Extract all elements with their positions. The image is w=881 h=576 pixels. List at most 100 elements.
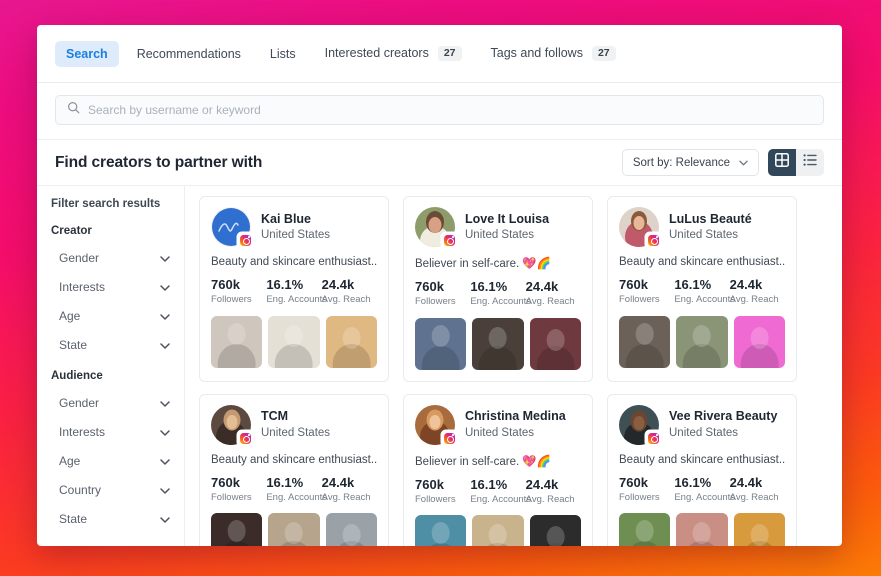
grid-view-button[interactable]: [768, 149, 796, 176]
stat-value: 16.1%: [674, 277, 712, 292]
filter-audience-age[interactable]: Age: [51, 446, 170, 475]
creator-card-header: TCM United States: [211, 404, 377, 446]
avatar-wrapper: [211, 404, 253, 446]
stat-value: 24.4k: [321, 474, 355, 490]
page-title: Find creators to partner with: [55, 153, 263, 171]
filter-creator-gender[interactable]: Gender: [51, 243, 170, 272]
filter-audience-country[interactable]: Country: [51, 475, 170, 504]
filter-audience-interests[interactable]: Interests: [51, 417, 170, 446]
post-thumbnail[interactable]: [211, 315, 263, 368]
chevron-down-icon: [160, 454, 170, 468]
creator-post-thumbnails: [619, 513, 785, 546]
post-thumbnail[interactable]: [325, 513, 377, 546]
post-thumbnail[interactable]: [268, 513, 320, 546]
creator-name: Kai Blue: [261, 211, 312, 226]
search-box[interactable]: [55, 95, 824, 125]
stat-value: 760k: [619, 474, 648, 490]
search-icon: [67, 101, 80, 119]
post-thumbnail[interactable]: [733, 513, 785, 546]
creator-name: Christina Medina: [465, 409, 566, 424]
list-view-icon: [803, 153, 817, 172]
post-thumbnail[interactable]: [268, 315, 320, 368]
tab-search[interactable]: Search: [55, 40, 119, 67]
instagram-icon: [238, 430, 253, 446]
instagram-icon: [442, 233, 457, 248]
filter-label: State: [59, 337, 88, 352]
stat-eng-accounts: 16.1% Eng. Accounts: [674, 474, 736, 505]
stat-label: Eng. Accounts: [674, 491, 736, 503]
tab-recommendations[interactable]: Recommendations: [126, 41, 252, 67]
post-thumbnail[interactable]: [415, 317, 467, 370]
stat-label: Eng. Accounts: [266, 491, 328, 503]
tab-label: Recommendations: [136, 46, 241, 61]
post-thumbnail[interactable]: [619, 513, 671, 546]
creator-country: United States: [669, 229, 739, 242]
filter-creator-age[interactable]: Age: [51, 301, 170, 330]
filter-audience-gender[interactable]: Gender: [51, 388, 170, 417]
stat-followers: 760k Followers: [211, 277, 266, 307]
creator-card[interactable]: Love It Louisa United States Believer in…: [403, 196, 593, 382]
stat-avg-reach: 24.4k Avg. Reach: [322, 475, 377, 505]
avatar-wrapper: [211, 207, 253, 248]
chevron-down-icon: [160, 280, 170, 294]
post-thumbnail[interactable]: [415, 515, 467, 546]
creator-identity: Vee Rivera Beauty United States: [669, 408, 777, 441]
chevron-down-icon: [739, 157, 748, 169]
creator-post-thumbnails: [211, 315, 377, 368]
tab-interested-creators[interactable]: Interested creators 27: [314, 40, 473, 68]
stat-followers: 760k Followers: [415, 477, 470, 507]
stat-value: 760k: [415, 279, 444, 294]
creator-stats: 760k Followers 16.1% Eng. Accounts 24.4k…: [619, 277, 785, 307]
creator-card[interactable]: Christina Medina United States Believer …: [403, 393, 593, 546]
stat-avg-reach: 24.4k Avg. Reach: [526, 279, 581, 309]
search-input[interactable]: [88, 103, 812, 117]
post-thumbnail[interactable]: [676, 315, 728, 368]
post-thumbnail[interactable]: [733, 315, 785, 368]
sort-dropdown[interactable]: Sort by: Relevance: [621, 149, 759, 176]
filter-creator-interests[interactable]: Interests: [51, 272, 170, 301]
results-header: Find creators to partner with Sort by: R…: [37, 140, 842, 186]
filter-audience-state[interactable]: State: [51, 504, 170, 533]
post-thumbnail[interactable]: [619, 315, 671, 368]
post-thumbnail[interactable]: [676, 513, 728, 546]
filter-label: Age: [59, 308, 81, 323]
stat-followers: 760k Followers: [211, 475, 266, 505]
stat-label: Eng. Accounts: [470, 493, 532, 505]
tab-lists[interactable]: Lists: [259, 41, 307, 67]
creator-post-thumbnails: [619, 315, 785, 368]
list-view-button[interactable]: [796, 149, 824, 176]
stat-label: Avg. Reach: [321, 491, 371, 503]
creator-stats: 760k Followers 16.1% Eng. Accounts 24.4k…: [415, 477, 581, 507]
creator-post-thumbnails: [211, 513, 377, 546]
post-thumbnail[interactable]: [325, 315, 377, 368]
creator-card[interactable]: Vee Rivera Beauty United States Beauty a…: [607, 393, 797, 546]
tab-tags-and-follows[interactable]: Tags and follows 27: [480, 40, 627, 68]
creator-card[interactable]: LuLus Beauté United States Beauty and sk…: [607, 196, 797, 382]
filter-label: Interests: [59, 279, 106, 294]
creator-card[interactable]: Kai Blue United States Beauty and skinca…: [199, 196, 389, 382]
post-thumbnail[interactable]: [529, 515, 581, 546]
creator-card[interactable]: TCM United States Beauty and skincare en…: [199, 393, 389, 546]
instagram-icon: [646, 233, 661, 248]
creator-name: Vee Rivera Beauty: [669, 409, 778, 424]
chevron-down-icon: [160, 309, 170, 323]
chevron-down-icon: [160, 512, 170, 526]
post-thumbnail[interactable]: [472, 317, 524, 370]
post-thumbnail[interactable]: [472, 515, 524, 546]
filter-label: State: [59, 511, 88, 526]
instagram-icon: [646, 430, 661, 446]
chevron-down-icon: [160, 251, 170, 265]
stat-label: Eng. Accounts: [266, 294, 328, 306]
creator-bio: Beauty and skincare enthusiast...: [211, 256, 377, 268]
stat-value: 16.1%: [674, 474, 712, 490]
filter-creator-state[interactable]: State: [51, 330, 170, 359]
creator-name: LuLus Beauté: [669, 211, 752, 226]
stat-label: Followers: [415, 296, 456, 308]
results-header-actions: Sort by: Relevance: [621, 149, 824, 176]
post-thumbnail[interactable]: [529, 317, 581, 370]
creator-results-grid: Kai Blue United States Beauty and skinca…: [185, 186, 842, 546]
post-thumbnail[interactable]: [211, 513, 263, 546]
stat-value: 24.4k: [729, 277, 763, 292]
chevron-down-icon: [160, 425, 170, 439]
creator-post-thumbnails: [415, 317, 581, 370]
